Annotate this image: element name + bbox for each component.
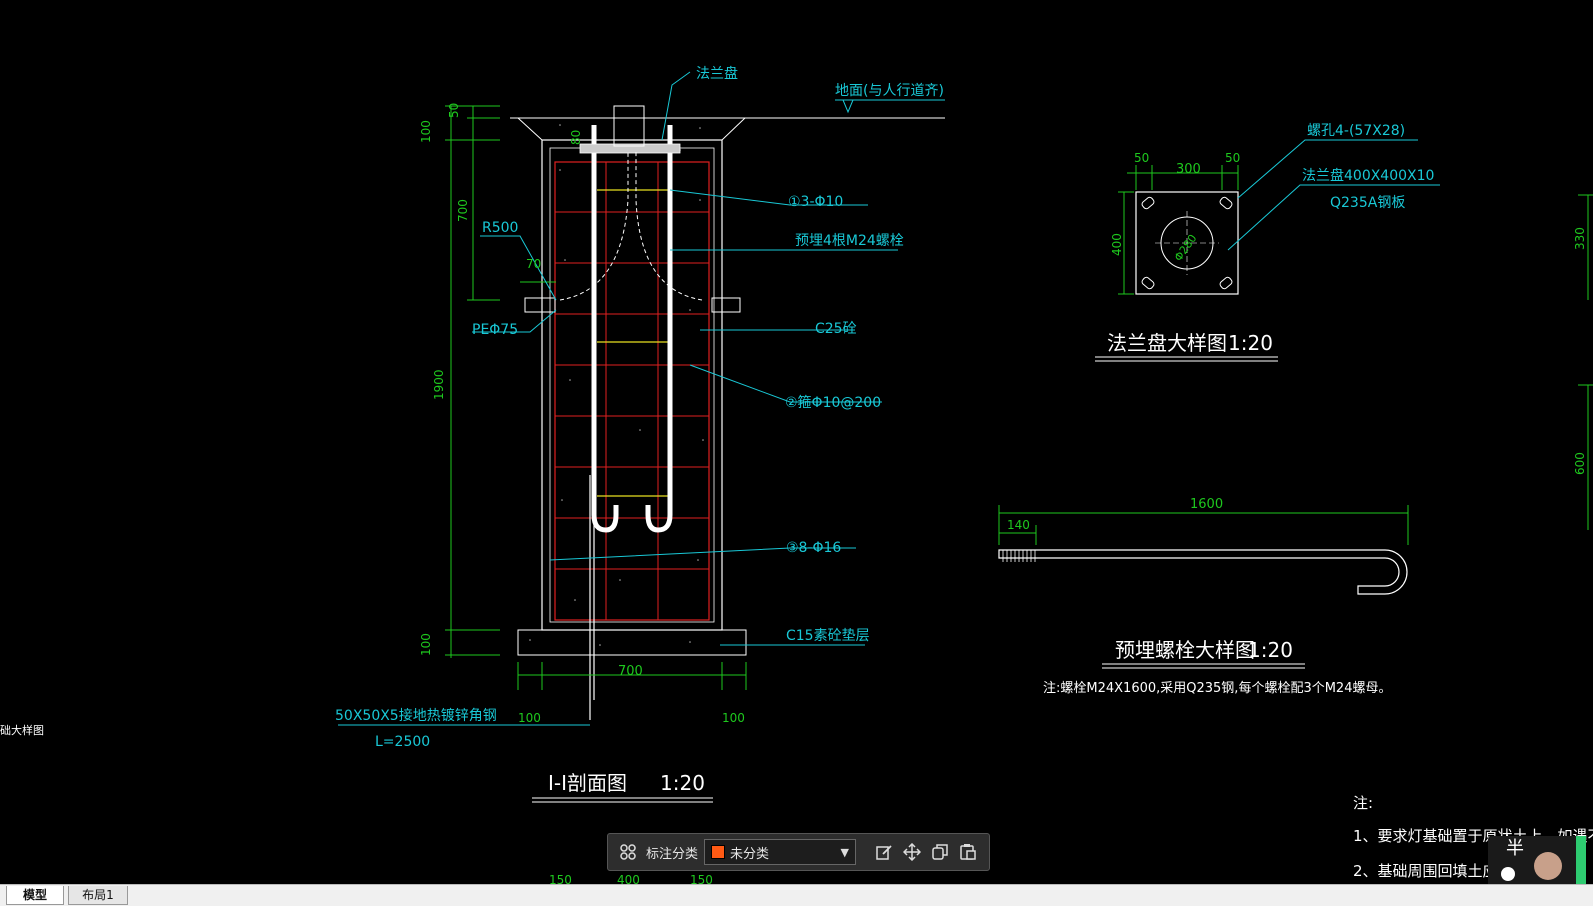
- section-drawing: [338, 71, 945, 803]
- bolt-detail-note: 注:螺栓M24X1600,采用Q235钢,每个螺栓配3个M24螺母。: [1043, 680, 1391, 696]
- category-label: 标注分类: [646, 846, 699, 862]
- tab-layout1[interactable]: 布局1: [68, 886, 128, 905]
- dim-100-top: 100: [419, 120, 433, 143]
- bolt-label: 预埋4根M24螺栓: [795, 233, 904, 249]
- assistant-widget[interactable]: 半: [1488, 836, 1586, 884]
- cushion-label: C15素砼垫层: [786, 628, 870, 644]
- tab-model[interactable]: 模型: [6, 886, 64, 905]
- dim-80: 80: [569, 130, 583, 145]
- left-drawing-label: 础大样图: [0, 723, 44, 737]
- angle-length-label: L=2500: [375, 734, 430, 750]
- angle-label: 50X50X5接地热镀锌角钢: [335, 707, 497, 724]
- dim-50-left: 50: [1134, 151, 1149, 165]
- hole-label: 螺孔4-(57X28): [1307, 123, 1405, 139]
- section-title: I-I剖面图: [548, 771, 627, 795]
- flange-label: 法兰盘: [696, 65, 738, 82]
- dim-50-right: 50: [1225, 151, 1240, 165]
- ground-label: 地面(与人行道齐): [835, 83, 944, 99]
- dim-300: 300: [1176, 162, 1201, 177]
- dim-700-vertical: 700: [456, 199, 470, 222]
- rebar2-label: ②箍Φ10@200: [785, 394, 881, 411]
- bolt-detail-title: 预埋螺栓大样图: [1115, 638, 1255, 662]
- dim-70: 70: [526, 257, 541, 271]
- flange-detail-scale: 1:20: [1228, 331, 1273, 355]
- dim-600: 600: [1573, 452, 1587, 475]
- dim-400: 400: [1110, 233, 1124, 256]
- cad-drawing-area[interactable]: 础大样图 法兰盘 地面(与人行道齐) ①3-Φ10 预埋4根M24螺栓 R500…: [0, 0, 1593, 887]
- category-select[interactable]: 未分类 ▼: [704, 839, 857, 865]
- dim-1600: 1600: [1190, 497, 1223, 512]
- dim-100-left: 100: [518, 711, 541, 725]
- grid-icon[interactable]: [614, 838, 642, 866]
- dim-150-b: 150: [690, 873, 713, 884]
- steel-label: Q235A钢板: [1330, 195, 1405, 211]
- section-scale: 1:20: [660, 771, 705, 795]
- paste-icon[interactable]: [954, 838, 982, 866]
- concrete-label: C25砼: [815, 321, 857, 337]
- dim-140: 140: [1007, 518, 1030, 532]
- notes-header: 注:: [1353, 794, 1373, 812]
- move-icon[interactable]: [898, 838, 926, 866]
- rebar1-label: ①3-Φ10: [788, 194, 843, 210]
- bolt-detail-scale: 1:20: [1248, 638, 1293, 662]
- copy-icon[interactable]: [926, 838, 954, 866]
- dim-50: 50: [447, 103, 461, 118]
- dim-330: 330: [1573, 227, 1587, 250]
- category-color-swatch: [711, 845, 726, 859]
- cad-drawing: 础大样图 法兰盘 地面(与人行道齐) ①3-Φ10 预埋4根M24螺栓 R500…: [0, 65, 1593, 887]
- avatar: [1501, 836, 1586, 884]
- dim-phi280: Φ280: [1172, 232, 1200, 264]
- dim-100-bottom: 100: [419, 633, 433, 656]
- pe-label: PEΦ75: [472, 322, 518, 338]
- radius-label: R500: [482, 220, 518, 236]
- plate-label: 法兰盘400X400X10: [1302, 167, 1434, 184]
- layout-tab-bar: 模型 布局1: [0, 884, 1593, 906]
- flange-detail-title: 法兰盘大样图: [1107, 331, 1227, 355]
- category-value: 未分类: [730, 846, 770, 862]
- edit-icon[interactable]: [870, 838, 898, 866]
- dim-700-horizontal: 700: [618, 664, 643, 679]
- dim-400-bottom: 400: [617, 873, 640, 884]
- dim-100-right: 100: [722, 711, 745, 725]
- rebar3-label: ③8-Φ16: [786, 540, 841, 556]
- dim-150-a: 150: [549, 873, 572, 884]
- dim-1900: 1900: [432, 369, 446, 400]
- chevron-down-icon: ▼: [840, 845, 850, 859]
- annotation-toolbar: 标注分类 未分类 ▼: [607, 833, 990, 871]
